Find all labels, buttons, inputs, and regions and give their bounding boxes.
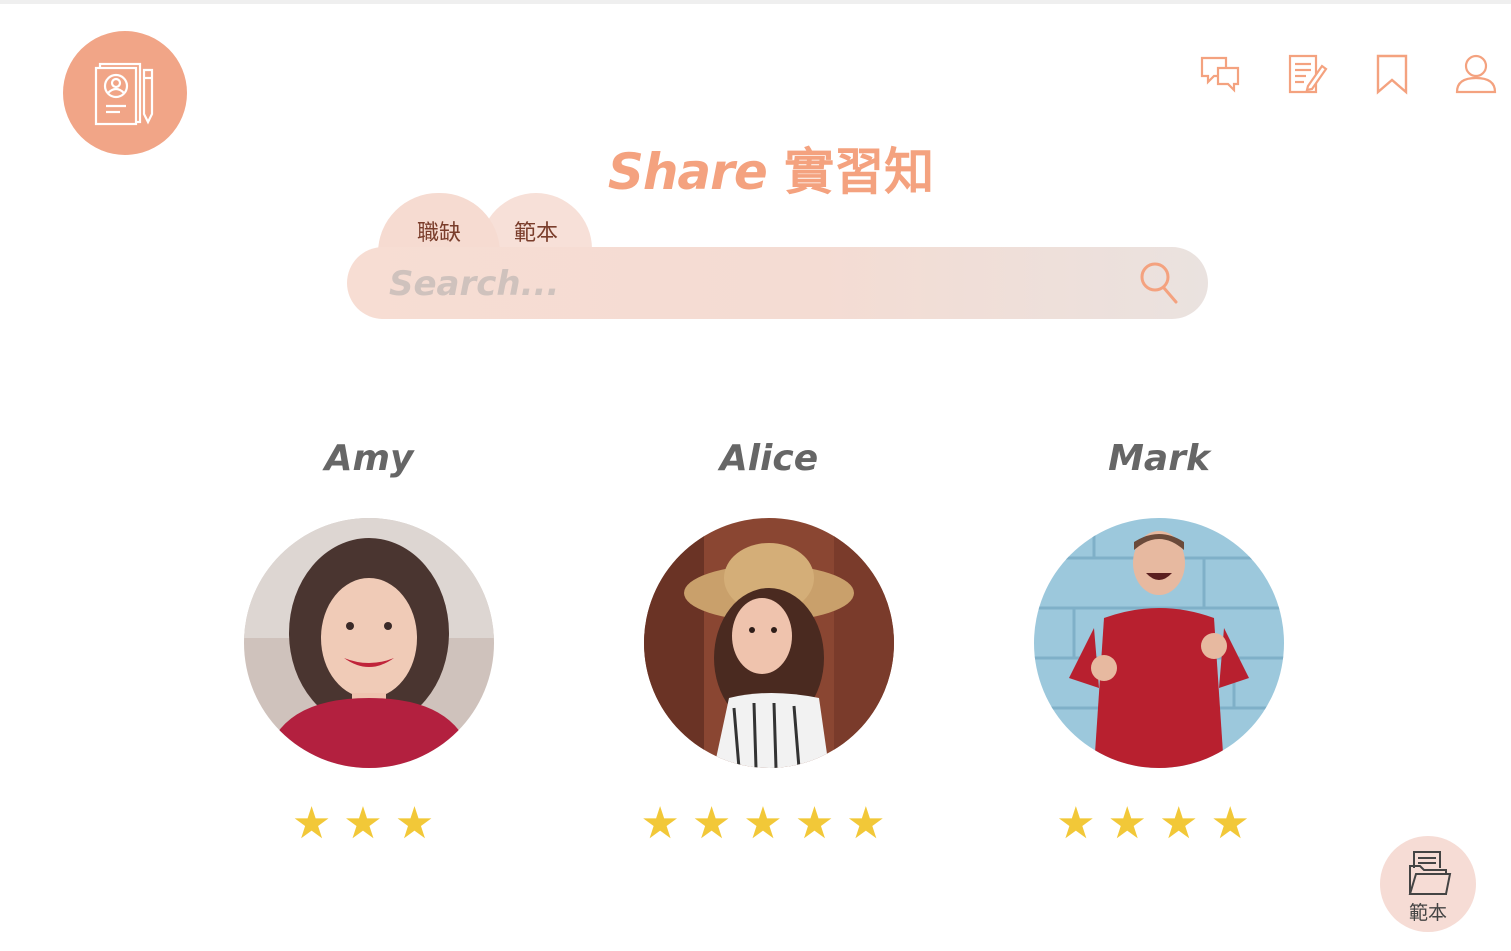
resume-icon [94, 62, 154, 126]
search-icon[interactable] [1138, 260, 1180, 306]
top-border [0, 0, 1511, 4]
search-bar [347, 247, 1208, 319]
edit-note-icon[interactable] [1284, 52, 1328, 96]
search-input[interactable] [387, 255, 1111, 313]
fab-label: 範本 [1408, 902, 1447, 924]
avatar [244, 518, 494, 768]
brand-title: Share 實習知 [0, 132, 1511, 204]
profile-name: Mark [1108, 438, 1210, 479]
brand-name-en: Share [607, 143, 768, 201]
chat-icon[interactable] [1198, 52, 1242, 96]
profile-card-amy[interactable]: Amy ★★★ [219, 434, 519, 849]
brand-name-zh: 實習知 [784, 143, 935, 201]
profile-name: Alice [719, 438, 819, 479]
rating-stars: ★★★★ [1056, 798, 1262, 849]
avatar [644, 518, 894, 768]
rating-stars: ★★★ [291, 798, 447, 849]
rating-stars: ★★★★★ [640, 798, 898, 849]
avatar [1034, 518, 1284, 768]
profile-card-alice[interactable]: Alice ★★★★★ [619, 434, 919, 849]
templates-fab[interactable]: 範本 [1380, 836, 1476, 932]
user-icon[interactable] [1454, 52, 1498, 96]
folder-document-icon [1408, 851, 1452, 895]
bookmark-icon[interactable] [1370, 52, 1414, 96]
profile-card-mark[interactable]: Mark ★★★★ [1009, 434, 1309, 849]
tab-label: 範本 [513, 221, 558, 246]
tab-label: 職缺 [416, 221, 461, 246]
profile-name: Amy [324, 438, 414, 479]
